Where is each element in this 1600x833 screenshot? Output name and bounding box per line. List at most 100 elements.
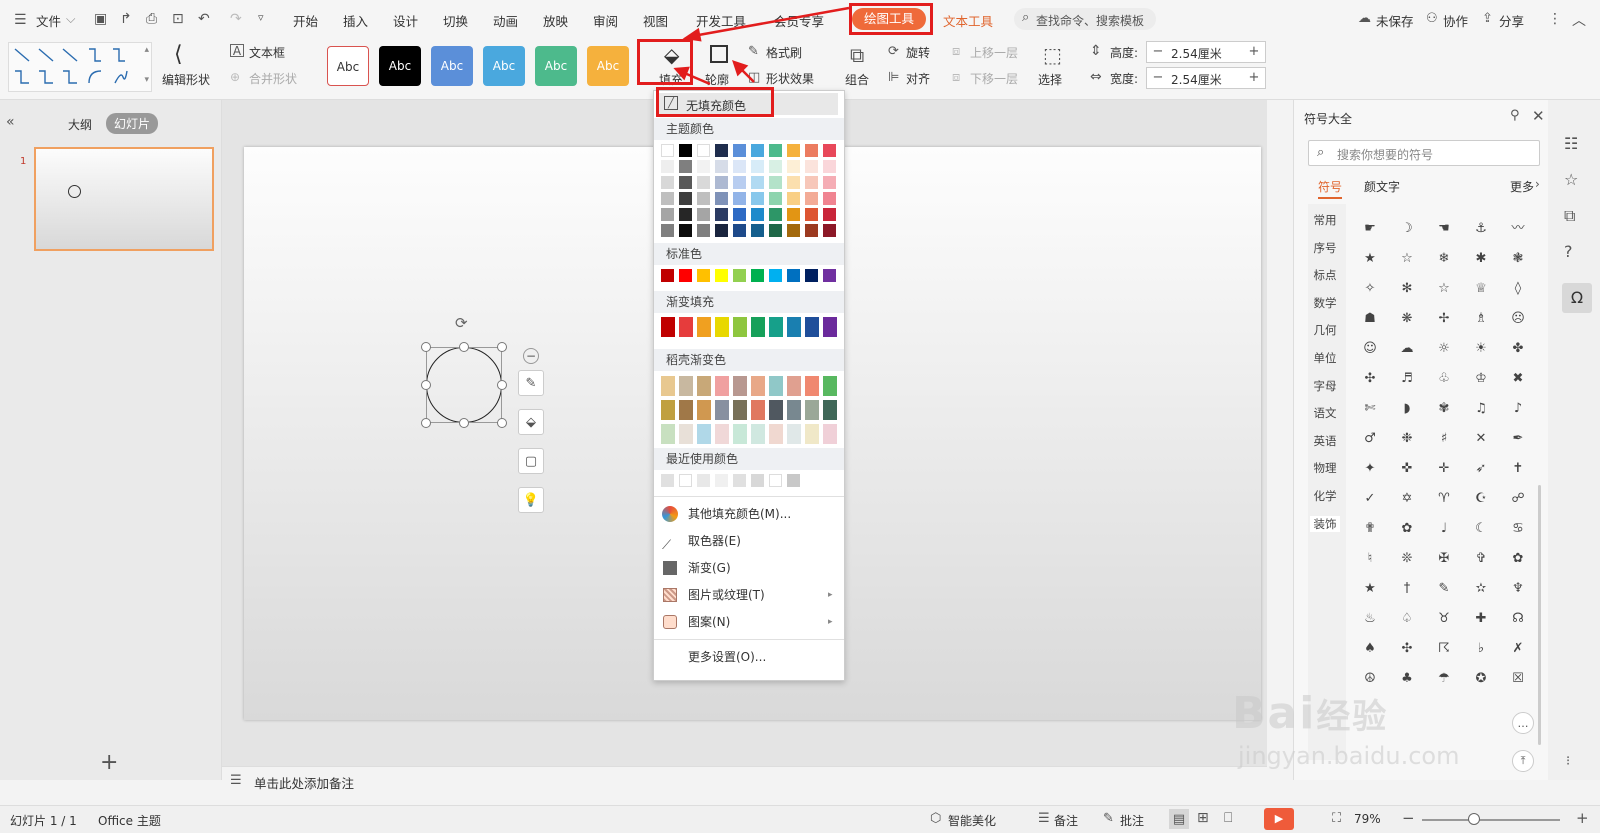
color-swatch[interactable] [661, 176, 674, 189]
symbol-cell[interactable]: ☁ [1389, 335, 1425, 363]
symbol-cell[interactable]: ✦ [1352, 455, 1388, 483]
help-icon[interactable]: ? [1564, 242, 1573, 261]
symbol-cell[interactable]: ❊ [1389, 545, 1425, 573]
edit-shape-icon[interactable]: ⟨ [174, 42, 183, 67]
tab-view[interactable]: 视图 [643, 11, 668, 30]
color-swatch[interactable] [787, 376, 801, 396]
symbol-cell[interactable]: ♈ [1426, 485, 1462, 513]
color-swatch[interactable] [769, 208, 782, 221]
edit-shape-button[interactable]: 编辑形状 [162, 71, 210, 88]
rotate-button[interactable]: 旋转 [906, 44, 930, 61]
color-swatch[interactable] [733, 317, 747, 337]
symbol-cell[interactable]: ♪ [1500, 395, 1536, 423]
tab-symbols[interactable]: 符号 [1318, 178, 1343, 199]
color-swatch[interactable] [679, 474, 692, 487]
shape-style-green[interactable]: Abc [535, 46, 577, 86]
print-preview-icon[interactable]: ⊡ [172, 11, 184, 27]
unsaved-status[interactable]: 未保存 [1376, 11, 1414, 30]
color-swatch[interactable] [733, 160, 746, 173]
more-symbols-link[interactable]: 更多 [1510, 178, 1534, 195]
color-swatch[interactable] [787, 176, 800, 189]
symbol-cell[interactable]: ♕ [1463, 275, 1499, 303]
color-swatch[interactable] [787, 269, 800, 282]
color-swatch[interactable] [697, 317, 711, 337]
tab-member[interactable]: 会员专享 [774, 11, 824, 30]
rotate-handle-icon[interactable]: ⟳ [455, 314, 468, 332]
color-swatch[interactable] [823, 160, 836, 173]
color-swatch[interactable] [751, 192, 764, 205]
tab-outline[interactable]: 大纲 [68, 116, 92, 133]
color-swatch[interactable] [751, 269, 764, 282]
symbol-cell[interactable]: ☂ [1426, 665, 1462, 693]
symbol-cell[interactable]: ✤ [1500, 335, 1536, 363]
send-backward-button[interactable]: 下移一层 [970, 70, 1018, 87]
symbol-cell[interactable]: ☒ [1500, 665, 1536, 693]
symbol-category[interactable]: 物理 [1310, 460, 1340, 476]
tab-slides[interactable]: 幻灯片 [106, 113, 159, 134]
color-swatch[interactable] [715, 160, 728, 173]
symbol-cell[interactable]: ♔ [1463, 365, 1499, 393]
redo-icon[interactable]: ↷ [230, 11, 242, 27]
color-swatch[interactable] [805, 400, 819, 420]
transform-icon[interactable]: ⧉ [1564, 206, 1575, 226]
shape-gallery[interactable]: ▴ ▾ [8, 42, 152, 92]
color-swatch[interactable] [823, 192, 836, 205]
more-icon[interactable]: ▿ [258, 11, 264, 24]
eyedropper-item[interactable]: ⟋ 取色器(E) [654, 528, 844, 554]
reading-view-icon[interactable]: ⎕ [1224, 810, 1232, 826]
symbol-cell[interactable]: ♋ [1500, 515, 1536, 543]
color-swatch[interactable] [679, 176, 692, 189]
symbol-cell[interactable]: ⚓ [1463, 215, 1499, 243]
color-swatch[interactable] [805, 144, 818, 157]
resize-handle[interactable] [421, 342, 431, 352]
symbol-cell[interactable]: ◊ [1500, 275, 1536, 303]
minus-icon[interactable]: − [1149, 44, 1167, 59]
color-swatch[interactable] [769, 192, 782, 205]
outline-button[interactable]: 轮廓 [705, 71, 729, 88]
color-swatch[interactable] [733, 192, 746, 205]
color-swatch[interactable] [661, 400, 675, 420]
tab-insert[interactable]: 插入 [343, 11, 368, 30]
symbol-cell[interactable]: ♗ [1463, 305, 1499, 333]
color-swatch[interactable] [697, 269, 710, 282]
tab-slideshow[interactable]: 放映 [543, 11, 568, 30]
color-swatch[interactable] [697, 376, 711, 396]
color-swatch[interactable] [751, 376, 765, 396]
color-swatch[interactable] [661, 269, 674, 282]
color-swatch[interactable] [751, 424, 765, 444]
gradient-item[interactable]: 渐变(G) [654, 555, 844, 581]
symbol-cell[interactable]: ♧ [1426, 365, 1462, 393]
color-swatch[interactable] [661, 317, 675, 337]
color-swatch[interactable] [787, 192, 800, 205]
color-swatch[interactable] [787, 424, 801, 444]
symbol-category[interactable]: 装饰 [1310, 515, 1340, 532]
color-swatch[interactable] [733, 269, 746, 282]
symbol-cell[interactable]: ☊ [1500, 605, 1536, 633]
color-swatch[interactable] [679, 224, 692, 237]
notes-button[interactable]: 备注 [1054, 812, 1078, 829]
color-swatch[interactable] [787, 224, 800, 237]
plus-icon[interactable]: + [1245, 70, 1263, 85]
align-button[interactable]: 对齐 [906, 70, 930, 87]
group-button[interactable]: 组合 [845, 71, 869, 88]
color-swatch[interactable] [679, 424, 693, 444]
zoom-out-icon[interactable]: − [1402, 809, 1415, 827]
color-swatch[interactable] [733, 224, 746, 237]
share-button[interactable]: 分享 [1499, 11, 1524, 30]
color-swatch[interactable] [715, 424, 729, 444]
symbol-cell[interactable]: ✓ [1352, 485, 1388, 513]
shape-style-white[interactable]: Abc [327, 46, 369, 86]
symbol-category[interactable]: 序号 [1310, 240, 1340, 256]
color-swatch[interactable] [715, 192, 728, 205]
resize-handle[interactable] [497, 418, 507, 428]
color-swatch[interactable] [823, 424, 837, 444]
color-swatch[interactable] [733, 376, 747, 396]
symbol-cell[interactable]: ☆ [1389, 245, 1425, 273]
pattern-item[interactable]: 图案(N) ▸ [654, 609, 844, 635]
symbol-cell[interactable]: ❋ [1389, 305, 1425, 333]
symbol-category[interactable]: 数学 [1310, 295, 1340, 311]
resize-handle[interactable] [497, 342, 507, 352]
color-swatch[interactable] [661, 160, 674, 173]
resize-handle[interactable] [459, 342, 469, 352]
symbol-cell[interactable]: ✪ [1463, 665, 1499, 693]
